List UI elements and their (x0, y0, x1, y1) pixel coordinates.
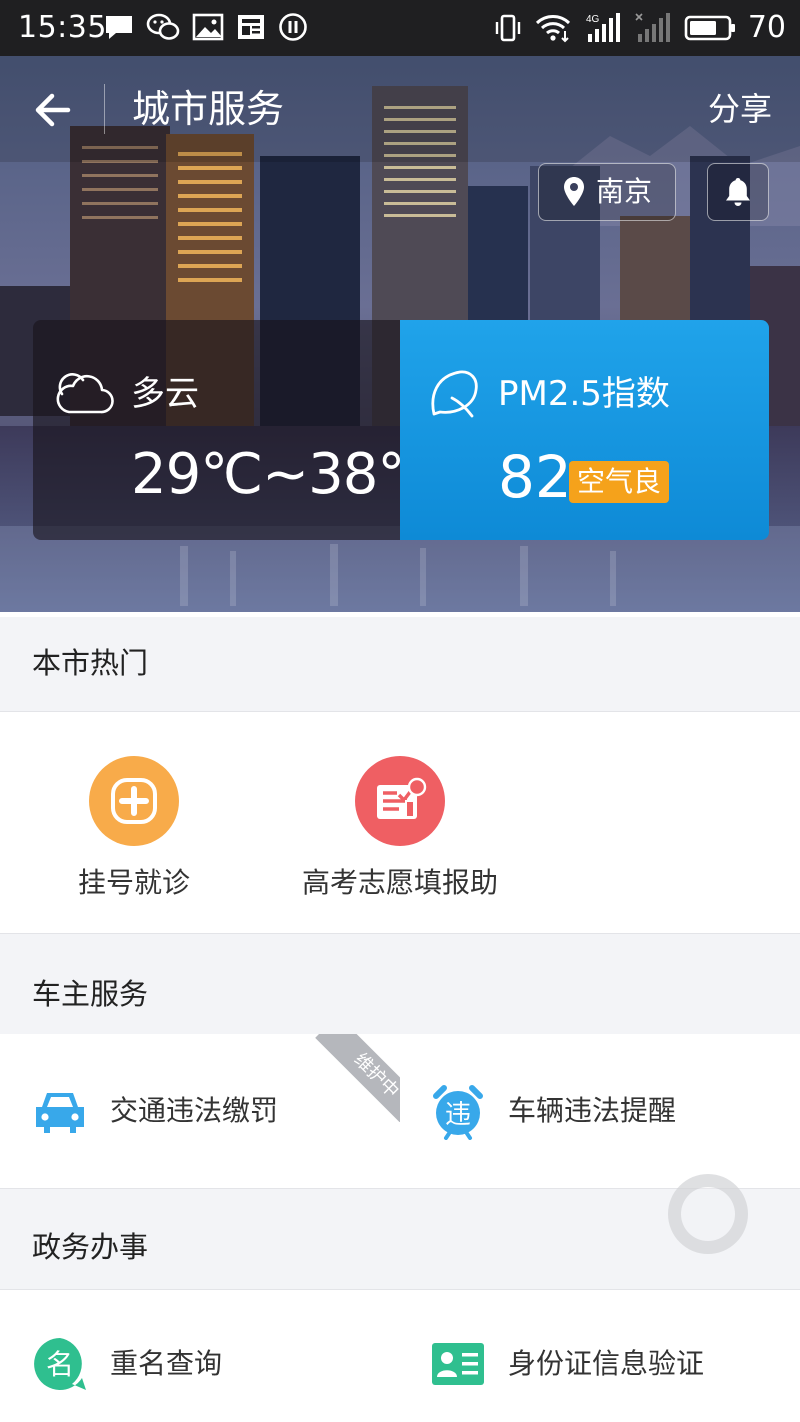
air-quality-badge: 空气良 (569, 461, 670, 503)
back-arrow-icon (35, 93, 71, 127)
city-name: 南京 (595, 175, 652, 208)
pm25-value: 82 (498, 443, 572, 511)
temperature-range: 29℃~38℃ (131, 442, 440, 507)
bell-icon (726, 178, 750, 206)
network-type-label: 4G (586, 14, 600, 25)
section-title-hot: 本市热门 (32, 646, 149, 680)
back-button[interactable] (24, 86, 80, 134)
city-selector[interactable]: 南京 (538, 163, 676, 221)
cloud-icon (56, 373, 114, 414)
message-icon (106, 16, 132, 39)
section-title-gov: 政务办事 (32, 1230, 149, 1264)
weather-card[interactable]: 多云 29℃~38℃ (33, 320, 440, 540)
hot-item-registration[interactable]: 挂号就诊 (62, 712, 206, 906)
exam-application-icon (355, 756, 445, 846)
service-label: 车辆违法提醒 (508, 1094, 677, 1127)
hot-item-label: 挂号就诊 (77, 866, 190, 899)
traffic-fine-payment-item[interactable]: 交通违法缴罚 (32, 1083, 278, 1139)
page-title: 城市服务 (132, 87, 285, 131)
vehicle-violation-reminder-item[interactable]: 违 车辆违法提醒 (430, 1083, 677, 1140)
signal-weak-icon (635, 13, 670, 42)
air-quality-card[interactable]: PM2.5指数 82 空气良 (400, 320, 769, 540)
status-right-icons: 4G 70 (494, 8, 786, 48)
hot-services-grid: 挂号就诊 高考志愿填报助 (0, 712, 800, 933)
pm25-label: PM2.5指数 (498, 374, 670, 414)
app-bar: 城市服务 分享 (0, 56, 800, 162)
wechat-icon (146, 13, 180, 40)
violation-alarm-icon: 违 (430, 1083, 486, 1140)
car-services-row: 交通违法缴罚 维护中 违 车辆违法提醒 (0, 1034, 800, 1188)
gov-services-row: 名 重名查询 身份证信息验证 (0, 1290, 800, 1422)
status-bar: 15:35 4G 70 (0, 0, 800, 56)
status-time: 15:35 (18, 10, 107, 45)
share-button[interactable]: 分享 (708, 86, 772, 132)
maintenance-ribbon-text: 维护中 (315, 1034, 400, 1122)
app-bar-divider (104, 84, 105, 134)
location-pin-icon (563, 177, 584, 206)
hot-item-label: 高考志愿填报助 (301, 866, 498, 899)
service-label: 重名查询 (110, 1347, 223, 1380)
wifi-icon (535, 15, 570, 43)
vibrate-icon (495, 14, 521, 42)
id-card-verification-item[interactable]: 身份证信息验证 (430, 1336, 704, 1392)
section-header-car: 车主服务 (0, 934, 800, 1034)
name-query-icon: 名 (32, 1336, 88, 1392)
city-hero-banner: 城市服务 分享 南京 多云 29℃~38℃ PM2.5指数 82 空气良 (0, 56, 800, 612)
battery-level: 70 (747, 10, 786, 45)
id-card-icon (430, 1336, 486, 1392)
notification-button[interactable] (707, 163, 769, 221)
notification-icons (104, 12, 308, 42)
hot-item-exam-application[interactable]: 高考志愿填报助 (296, 712, 504, 906)
signal-icon: 4G (586, 13, 620, 42)
section-header-hot: 本市热门 (0, 617, 800, 712)
medical-plus-icon (89, 756, 179, 846)
floating-assistive-button[interactable] (668, 1174, 748, 1254)
maintenance-ribbon: 维护中 (312, 1034, 400, 1122)
weather-condition: 多云 (131, 374, 199, 414)
name-query-glyph: 名 (46, 1348, 74, 1381)
battery-icon (684, 15, 735, 41)
service-label: 交通违法缴罚 (110, 1094, 279, 1127)
service-label: 身份证信息验证 (508, 1347, 705, 1380)
image-icon (192, 13, 224, 41)
leaf-icon (431, 370, 478, 418)
pause-icon (279, 13, 307, 41)
svg-text:违: 违 (445, 1100, 471, 1130)
news-icon (238, 15, 264, 39)
section-title-car: 车主服务 (32, 977, 149, 1011)
car-icon (32, 1083, 88, 1139)
name-query-item[interactable]: 名 重名查询 (32, 1336, 222, 1392)
city-services-screen: 15:35 4G 70 城市服务 分享 南京 多云 29℃~38℃ PM2.5指… (0, 0, 800, 1422)
